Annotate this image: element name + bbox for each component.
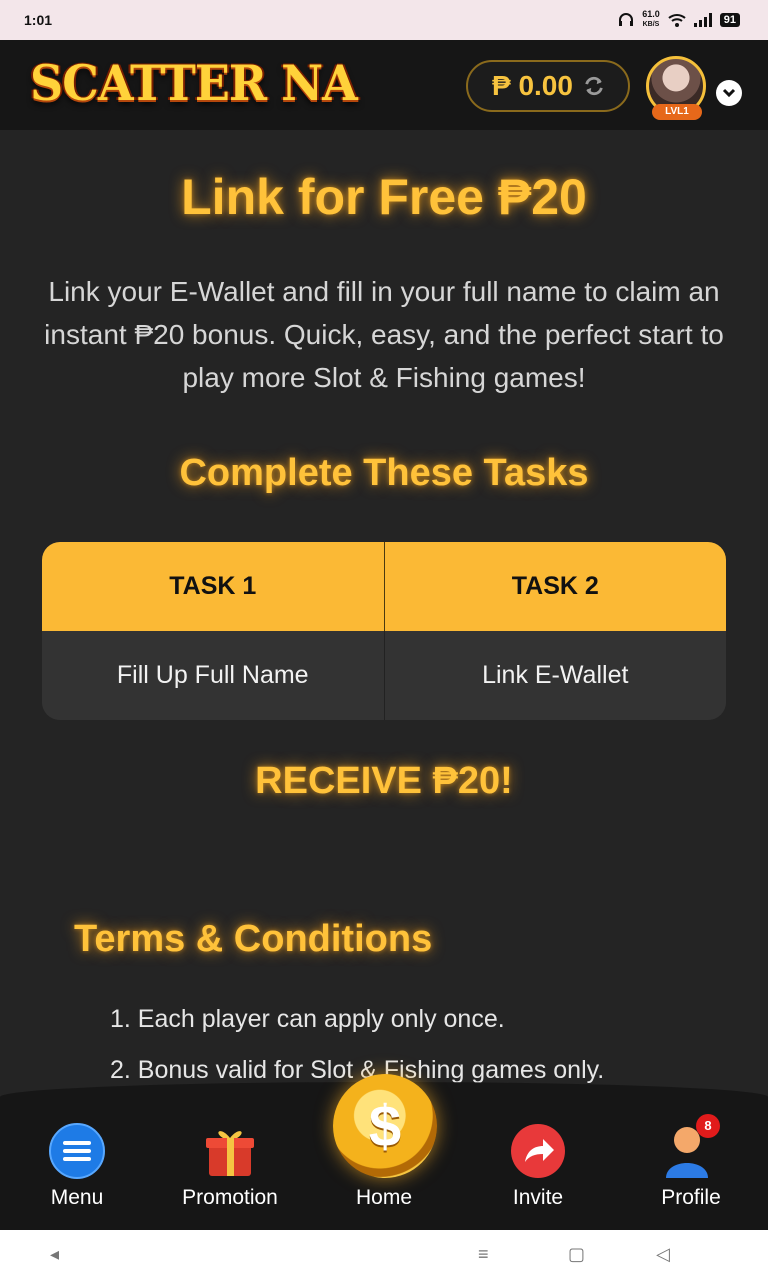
nav-invite[interactable]: Invite: [473, 1122, 603, 1210]
system-nav-bar: ◂ ≡ ▢ ◁: [0, 1230, 768, 1280]
net-speed-value: 61.0: [642, 9, 660, 19]
nav-menu-label: Menu: [50, 1186, 104, 1209]
user-icon: 8: [662, 1114, 720, 1180]
task-2-header: TASK 2: [384, 542, 726, 631]
coin-icon[interactable]: $: [333, 1074, 437, 1178]
task-1-header: TASK 1: [42, 542, 385, 631]
status-time: 1:01: [24, 12, 53, 28]
nav-invite-label: Invite: [512, 1186, 564, 1209]
status-icons: 61.0 KB/S 91: [618, 10, 740, 29]
level-badge: LVL1: [652, 104, 702, 120]
recents-icon[interactable]: ≡: [478, 1244, 489, 1265]
refresh-icon[interactable]: [583, 75, 605, 97]
net-speed-unit: KB/S: [642, 21, 660, 28]
back-small-icon[interactable]: ◂: [50, 1244, 59, 1265]
back-icon[interactable]: ◁: [656, 1244, 670, 1265]
terms-item: 1. Each player can apply only once.: [110, 1005, 505, 1033]
promo-description: Link your E-Wallet and fill in your full…: [44, 276, 724, 393]
headphones-icon: [619, 12, 634, 26]
home-square-icon[interactable]: ▢: [568, 1244, 585, 1265]
tasks-header-row: TASK 1 TASK 2: [42, 542, 726, 631]
status-bar: 1:01 61.0 KB/S 91: [0, 0, 768, 40]
chevron-down-icon[interactable]: [716, 80, 742, 106]
nav-profile-label: Profile: [661, 1186, 721, 1209]
bottom-nav: Menu Promotion $ Home Invite 8 Profile: [0, 1074, 768, 1230]
tasks-body-row: Fill Up Full Name Link E-Wallet: [42, 631, 726, 720]
balance-amount: ₱ 0.00: [492, 70, 573, 101]
profile-badge: 8: [696, 1114, 720, 1138]
promo-content: Link for Free ₱20 Link your E-Wallet and…: [0, 130, 768, 1090]
signal-icon: [693, 12, 712, 27]
task-2-label[interactable]: Link E-Wallet: [384, 631, 726, 720]
brand-logo[interactable]: SCATTER NA: [30, 55, 358, 112]
share-icon: [509, 1122, 567, 1180]
menu-icon: [48, 1122, 106, 1180]
nav-profile[interactable]: 8 Profile: [626, 1114, 756, 1210]
gift-icon: [201, 1122, 259, 1180]
page-title: Link for Free ₱20: [181, 169, 587, 225]
task-1-label[interactable]: Fill Up Full Name: [42, 631, 385, 720]
terms-title: Terms & Conditions: [74, 918, 433, 960]
tasks-heading: Complete These Tasks: [179, 452, 589, 494]
balance-pill[interactable]: ₱ 0.00: [466, 60, 630, 112]
nav-promotion-label: Promotion: [182, 1186, 278, 1209]
battery-icon: 91: [719, 12, 740, 27]
nav-promotion[interactable]: Promotion: [165, 1122, 295, 1210]
nav-home-label[interactable]: Home: [319, 1186, 449, 1210]
net-speed: 61.0 KB/S: [642, 10, 660, 29]
receive-banner: RECEIVE ₱20!: [255, 760, 513, 802]
app-root: 1:01 61.0 KB/S 91 SCATTER NA ₱ 0.00 LVL1 …: [0, 0, 768, 1280]
wifi-icon: [668, 13, 686, 27]
nav-menu[interactable]: Menu: [12, 1122, 142, 1210]
tasks-table: TASK 1 TASK 2 Fill Up Full Name Link E-W…: [42, 542, 726, 720]
